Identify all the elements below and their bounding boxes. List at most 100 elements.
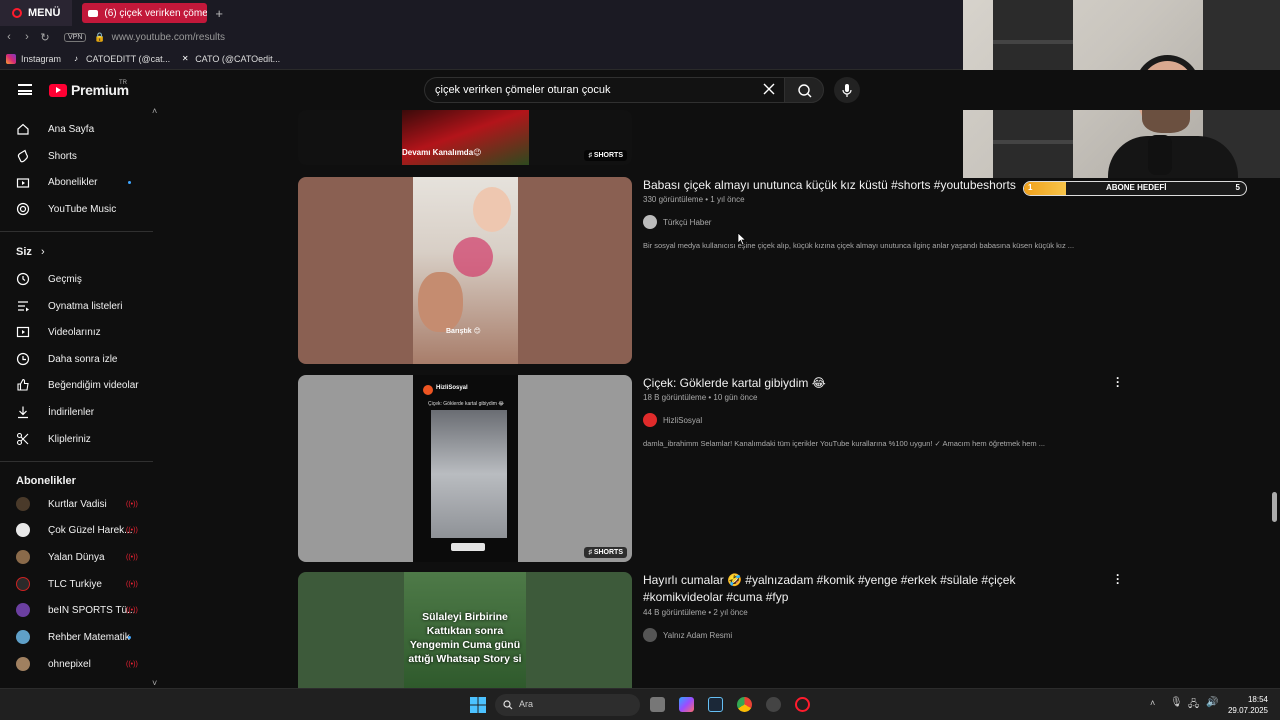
taskbar-search-label: Ara <box>519 699 534 709</box>
chrome-icon[interactable] <box>737 697 752 712</box>
windows-taskbar: Ara ˄ 🎙 🖧 🔊 18:54 29.07.2025 <box>0 688 1280 720</box>
reload-icon[interactable]: ↻ <box>36 31 54 44</box>
sidebar-divider <box>0 231 153 232</box>
new-tab-icon[interactable]: + <box>215 6 223 21</box>
network-icon[interactable]: 🖧 <box>1188 697 1199 714</box>
chevron-right-icon: › <box>40 246 45 258</box>
browser-menu-button[interactable]: MENÜ <box>0 0 73 26</box>
channel-avatar <box>643 413 657 427</box>
hamburger-menu-icon[interactable] <box>18 84 32 95</box>
search-input[interactable] <box>424 77 784 103</box>
result-thumbnail[interactable]: HizliSosyal Çiçek: Göklerde kartal gibiy… <box>298 375 632 562</box>
instagram-icon <box>6 53 16 64</box>
result-thumbnail[interactable]: Sülaleyi Birbirine Kattıktan sonra Yenge… <box>298 572 632 688</box>
channel-name: Türkçü Haber <box>663 217 712 227</box>
url-field[interactable]: www.youtube.com/results <box>112 32 225 43</box>
video-title[interactable]: Hayırlı cumalar 🤣 #yalnızadam #komik #ye… <box>643 572 1033 606</box>
chevron-up-icon[interactable]: ˄ <box>1150 698 1155 708</box>
sidebar-item-liked-videos[interactable]: Beğendiğim videolar <box>16 375 156 395</box>
thumbs-up-icon <box>17 378 29 391</box>
sidebar-item-label: Ana Sayfa <box>48 123 95 135</box>
volume-icon[interactable]: 🔊 <box>1206 697 1218 708</box>
sidebar-item-your-videos[interactable]: Videolarınız <box>16 322 156 342</box>
live-icon: ((•)) <box>126 580 138 588</box>
sidebar-item-home[interactable]: Ana Sayfa <box>16 119 156 139</box>
search-button[interactable] <box>784 77 824 103</box>
sidebar-item-clips[interactable]: Klipleriniz <box>16 429 156 449</box>
sidebar-item-playlists[interactable]: Oynatma listeleri <box>16 296 156 316</box>
microphone-tray-icon[interactable]: 🎙 <box>1170 697 1183 708</box>
channel-avatar <box>16 603 30 617</box>
result-thumbnail[interactable]: Barıştık 😊 <box>298 177 632 364</box>
sidebar-item-label: Daha sonra izle <box>48 353 118 365</box>
sidebar-sub-kurtlar-vadisi[interactable]: Kurtlar Vadisi ((•)) <box>16 494 156 514</box>
tab-title: (6) çiçek verirken çömeler <box>104 7 208 19</box>
sidebar-divider <box>0 461 153 462</box>
sidebar-sub-tlc-turkiye[interactable]: TLC Turkiye ((•)) <box>16 574 156 594</box>
channel-name: HizliSosyal <box>663 415 703 425</box>
browser-tab-active[interactable]: (6) çiçek verirken çömeler <box>82 3 208 23</box>
video-title[interactable]: Çiçek: Göklerde kartal gibiydim 😂 <box>643 375 1043 392</box>
app-icon[interactable] <box>766 697 781 712</box>
video-meta: 18 B görüntüleme • 10 gün önce <box>643 393 758 402</box>
channel-link[interactable]: Yalnız Adam Resmi <box>643 628 732 642</box>
youtube-premium-logo[interactable]: Premium TR <box>49 80 129 98</box>
task-view-icon[interactable] <box>650 697 665 712</box>
opera-logo-icon <box>12 8 22 18</box>
sidebar-item-shorts[interactable]: Shorts <box>16 146 156 166</box>
opera-gx-icon[interactable] <box>795 697 810 712</box>
sidebar-item-subscriptions[interactable]: Abonelikler <box>16 172 156 192</box>
sidebar-item-watch-later[interactable]: Daha sonra izle <box>16 349 156 369</box>
clear-search-icon[interactable] <box>763 83 775 95</box>
page-scrollbar[interactable] <box>1272 492 1277 522</box>
menu-label: MENÜ <box>28 7 61 19</box>
channel-link[interactable]: HizliSosyal <box>643 413 702 427</box>
you-heading-label: Siz <box>16 246 32 258</box>
sidebar-item-downloads[interactable]: İndirilenler <box>16 402 156 422</box>
sidebar-item-history[interactable]: Geçmiş <box>16 269 156 289</box>
sidebar-sub-rehber-matematik[interactable]: Rehber Matematik <box>16 627 156 647</box>
subscriptions-icon <box>16 178 30 188</box>
sidebar: ˄ Ana Sayfa Shorts Abonelikler YouTube M… <box>0 106 165 690</box>
sidebar-sub-ohnepixel[interactable]: ohnepixel ((•)) <box>16 654 156 674</box>
more-options-icon[interactable]: · · · <box>1116 569 1120 589</box>
system-clock[interactable]: 18:54 29.07.2025 <box>1228 694 1268 716</box>
sidebar-item-youtube-music[interactable]: YouTube Music <box>16 199 156 219</box>
microphone-icon <box>1148 135 1172 175</box>
sidebar-scroll-down-icon[interactable]: ˅ <box>152 678 157 688</box>
channel-avatar <box>16 630 30 644</box>
taskbar-search[interactable]: Ara <box>495 694 640 716</box>
sidebar-you-heading[interactable]: Siz › <box>16 246 45 258</box>
bookmark-label: CATOEDITT (@cat... <box>86 53 171 64</box>
video-description: Bir sosyal medya kullanıcısı eşine çiçek… <box>643 241 1075 250</box>
steam-icon[interactable] <box>708 697 723 712</box>
sidebar-sub-bein-sports[interactable]: beIN SPORTS Tü... ((•)) <box>16 600 156 620</box>
copilot-icon[interactable] <box>679 697 694 712</box>
sidebar-item-label: Shorts <box>48 150 77 162</box>
sidebar-sub-cok-guzel-hareketler[interactable]: Çok Güzel Harek... ((•)) <box>16 520 156 540</box>
youtube-play-icon <box>49 83 67 97</box>
bookmark-x[interactable]: ✕ CATO (@CATOedit... <box>180 54 280 64</box>
history-icon <box>16 272 30 286</box>
more-options-icon[interactable]: · · · <box>1116 372 1120 392</box>
video-title[interactable]: Babası çiçek almayı unutunca küçük kız k… <box>643 177 1043 194</box>
video-meta: 44 B görüntüleme • 2 yıl önce <box>643 608 748 617</box>
lock-icon[interactable]: 🔒 <box>94 32 105 43</box>
bookmark-label: CATO (@CATOedit... <box>195 53 281 64</box>
sidebar-item-label: Geçmiş <box>48 273 82 285</box>
bookmark-instagram[interactable]: Instagram <box>6 53 61 64</box>
channel-link[interactable]: Türkçü Haber <box>643 215 711 229</box>
vpn-badge[interactable]: VPN <box>64 32 87 42</box>
voice-search-button[interactable] <box>834 77 860 103</box>
bookmark-tiktok[interactable]: ♪ CATOEDITT (@cat... <box>71 54 170 64</box>
forward-icon[interactable]: › <box>18 31 36 43</box>
sidebar-sub-label: Rehber Matematik <box>48 631 130 643</box>
windows-start-icon[interactable] <box>470 697 486 713</box>
sidebar-sub-yalan-dunya[interactable]: Yalan Dünya ((•)) <box>16 547 156 567</box>
result-thumbnail[interactable]: Devamı Kanalımda😉 ♯ SHORTS <box>298 110 632 165</box>
sidebar-subscriptions-heading: Abonelikler <box>16 475 76 487</box>
channel-avatar <box>16 497 30 511</box>
back-icon[interactable]: ‹ <box>0 31 18 43</box>
sidebar-scroll-up-icon[interactable]: ˄ <box>152 106 157 116</box>
youtube-favicon-icon <box>88 9 99 17</box>
